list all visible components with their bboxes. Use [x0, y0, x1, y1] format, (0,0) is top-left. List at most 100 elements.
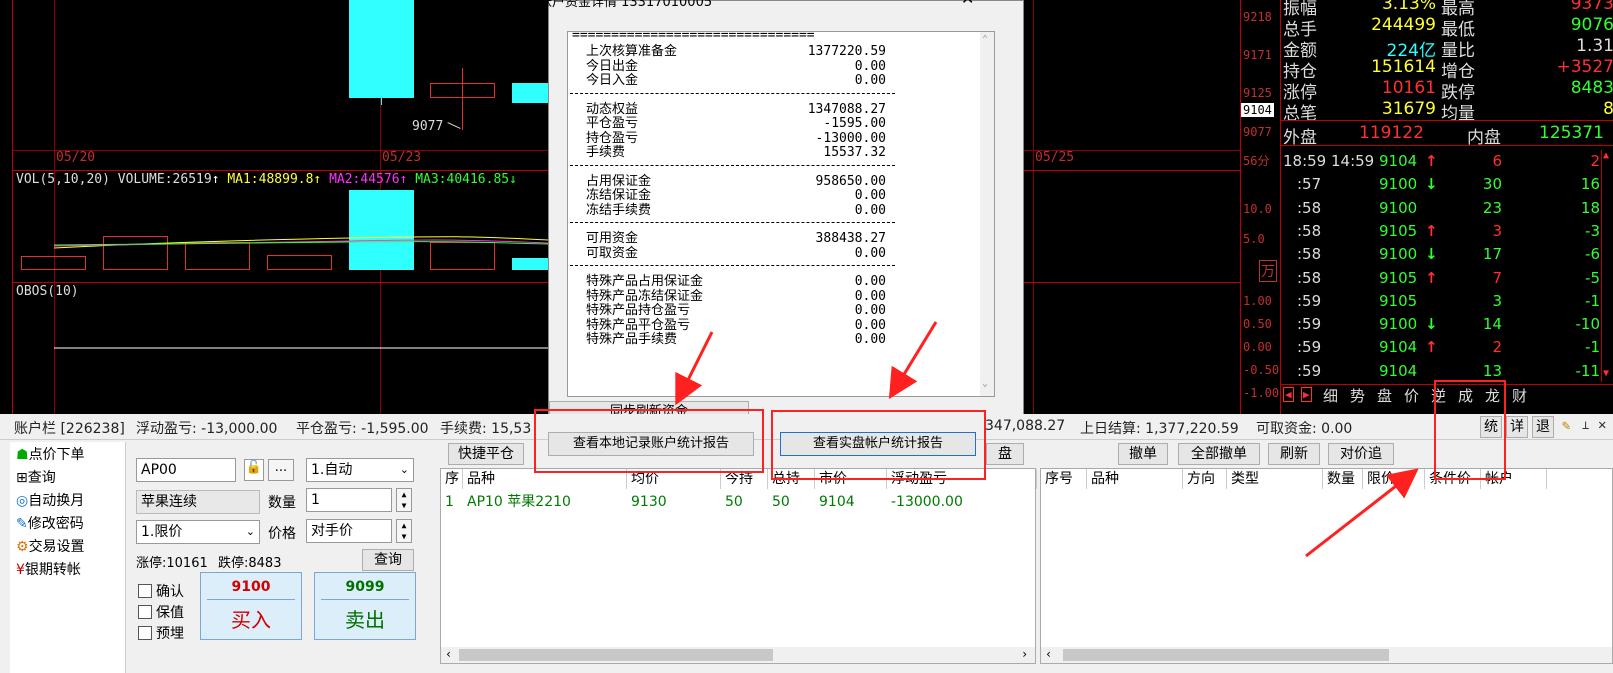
scroll-down-icon[interactable]: ⌄: [982, 378, 988, 389]
axis-tick: 0.50: [1243, 317, 1272, 331]
sidebar-label: 自动换月: [28, 493, 85, 509]
column-header[interactable]: 限价: [1363, 469, 1425, 489]
close-all-button[interactable]: 盘: [986, 443, 1024, 465]
tick-scrollbar[interactable]: ▲ ▼: [1601, 150, 1613, 382]
order-action-button[interactable]: 撤单: [1118, 443, 1168, 465]
fund-label: 特殊产品手续费: [586, 332, 678, 347]
offset-select[interactable]: 1.自动 ⌄: [306, 458, 414, 482]
tick-price: 9105: [1379, 268, 1418, 287]
sidebar-item-trade-settings[interactable]: ⚙交易设置: [16, 536, 85, 558]
query-button[interactable]: 查询: [362, 549, 414, 571]
sidebar-label: 查询: [27, 470, 56, 486]
hedge-checkbox[interactable]: [138, 605, 152, 619]
scroll-thumb[interactable]: [459, 649, 773, 661]
local-report-button[interactable]: 查看本地记录账户统计报告: [548, 432, 754, 456]
lock-icon[interactable]: 🔓: [244, 459, 264, 481]
quote-value: 1.31: [1576, 36, 1613, 56]
close-icon[interactable]: ✕: [961, 0, 974, 8]
orders-table: 序号 品种 方向 类型 数量 限价 条件价 帐户 ‹: [1040, 468, 1613, 664]
dialog-title-bar: 帐户资金详情 13317010005 ✕: [539, 0, 1025, 11]
tab-right-arrow-icon[interactable]: ▶: [1301, 387, 1312, 402]
axis-tick: -1.00: [1243, 386, 1280, 400]
quote-tab[interactable]: 细: [1323, 385, 1338, 406]
tick-time: :58: [1297, 221, 1322, 240]
current-price-tag: 9104: [1241, 103, 1274, 117]
sidebar-item-change-password[interactable]: ✎修改密码: [16, 513, 84, 535]
quick-close-button[interactable]: 快捷平仓: [448, 443, 524, 465]
table-row[interactable]: 1 AP10 苹果2210 9130 50 50 9104 -13000.00: [441, 491, 1035, 513]
scroll-right-icon[interactable]: ›: [1021, 647, 1028, 661]
quote-tab[interactable]: 价: [1404, 385, 1419, 406]
tick-volume: 7: [1492, 268, 1502, 287]
exit-button[interactable]: 退: [1532, 416, 1554, 438]
column-header[interactable]: 品种: [1087, 469, 1183, 489]
fund-value: 1347088.27: [807, 101, 886, 117]
order-type-select[interactable]: 1.限价 ⌄: [136, 520, 260, 544]
orders-hscrollbar[interactable]: ‹: [1041, 647, 1612, 663]
scroll-up-icon[interactable]: ▲: [1603, 150, 1609, 161]
column-header[interactable]: 序号: [1041, 469, 1087, 489]
scroll-left-icon[interactable]: ‹: [445, 647, 452, 661]
column-header[interactable]: 序: [441, 469, 463, 489]
list-scrollbar[interactable]: ⌃ ⌄: [980, 32, 994, 396]
qty-stepper[interactable]: ▲ ▼: [396, 488, 412, 512]
scroll-thumb[interactable]: [1063, 649, 1389, 661]
live-report-button[interactable]: 查看实盘帐户统计报告: [780, 432, 976, 456]
column-header[interactable]: 数量: [1323, 469, 1363, 489]
sidebar-item-query[interactable]: ⊞查询: [16, 467, 56, 489]
buy-label: 买入: [231, 608, 271, 632]
pin-icon[interactable]: ⊥: [1582, 418, 1589, 432]
buy-button[interactable]: 9100 买入: [200, 572, 302, 640]
tools-icon[interactable]: ✎: [1562, 418, 1570, 434]
close-icon[interactable]: ✕: [1598, 417, 1606, 433]
axis-tick: 9218: [1243, 10, 1272, 24]
column-header[interactable]: 方向: [1183, 469, 1227, 489]
preset-checkbox[interactable]: [138, 626, 152, 640]
tick-time: :59: [1297, 361, 1322, 380]
tick-volume: 2: [1492, 338, 1502, 357]
tick-change: 2: [1590, 152, 1600, 170]
fund-line: 特殊产品占用保证金 0.00: [586, 274, 886, 289]
tick-row: :57 9100 ↓ 30 16: [1281, 175, 1613, 199]
positions-hscrollbar[interactable]: ‹ ›: [441, 647, 1035, 663]
confirm-checkbox[interactable]: [138, 584, 152, 598]
quote-row: 金额 224亿 量比 1.31: [1281, 36, 1613, 61]
order-action-button[interactable]: 对价追: [1328, 443, 1394, 465]
more-button[interactable]: ...: [268, 459, 294, 481]
sell-button[interactable]: 9099 卖出: [314, 572, 416, 640]
column-header[interactable]: 类型: [1227, 469, 1323, 489]
chevron-down-icon: ⌄: [399, 463, 409, 476]
date-label: 05/25: [1035, 150, 1075, 165]
fund-label: 今日出金: [586, 58, 639, 74]
sidebar-item-point-order[interactable]: ☗点价下单: [16, 444, 85, 466]
chevron-down-icon: ⌄: [245, 525, 255, 538]
scroll-down-icon[interactable]: ▼: [1603, 368, 1609, 379]
symbol-input[interactable]: AP00: [136, 458, 236, 482]
fund-label: 持仓盈亏: [586, 130, 639, 146]
tick-row: :58 9100 23 18: [1281, 199, 1613, 223]
scroll-left-icon[interactable]: ‹: [1045, 647, 1052, 661]
close-pl: 平仓盈亏: -1,595.00: [296, 421, 429, 437]
table-cell: -13000.00: [891, 494, 963, 510]
axis-tick: 10.0: [1243, 202, 1272, 216]
quote-tab[interactable]: 势: [1350, 385, 1365, 406]
tick-direction-icon: ↑: [1425, 152, 1438, 170]
order-action-button[interactable]: 全部撤单: [1178, 443, 1260, 465]
inner-label: 内盘: [1467, 128, 1501, 148]
scroll-up-icon[interactable]: ⌃: [982, 34, 988, 45]
quote-tab[interactable]: 财: [1512, 385, 1527, 406]
qty-input[interactable]: 1: [306, 488, 392, 512]
tab-left-arrow-icon[interactable]: ◀: [1283, 387, 1294, 402]
order-action-button[interactable]: 刷新: [1268, 443, 1320, 465]
axis-tick: 1.00: [1243, 294, 1272, 308]
withdrawable: 可取资金: 0.00: [1256, 421, 1353, 437]
detail-button[interactable]: 详: [1506, 416, 1528, 438]
price-stepper[interactable]: ▲ ▼: [396, 519, 412, 543]
hedge-label: 保值: [156, 605, 184, 621]
price-input[interactable]: 对手价: [306, 519, 392, 543]
tick-row: 18:59 14:59 9104 ↑ 6 2: [1281, 152, 1613, 176]
sidebar-label: 银期转帐: [24, 562, 81, 578]
sidebar-item-auto-roll[interactable]: ◎自动换月: [16, 490, 84, 512]
sidebar-item-bank-transfer[interactable]: ¥银期转帐: [16, 559, 81, 581]
quote-tab[interactable]: 盘: [1377, 385, 1392, 406]
